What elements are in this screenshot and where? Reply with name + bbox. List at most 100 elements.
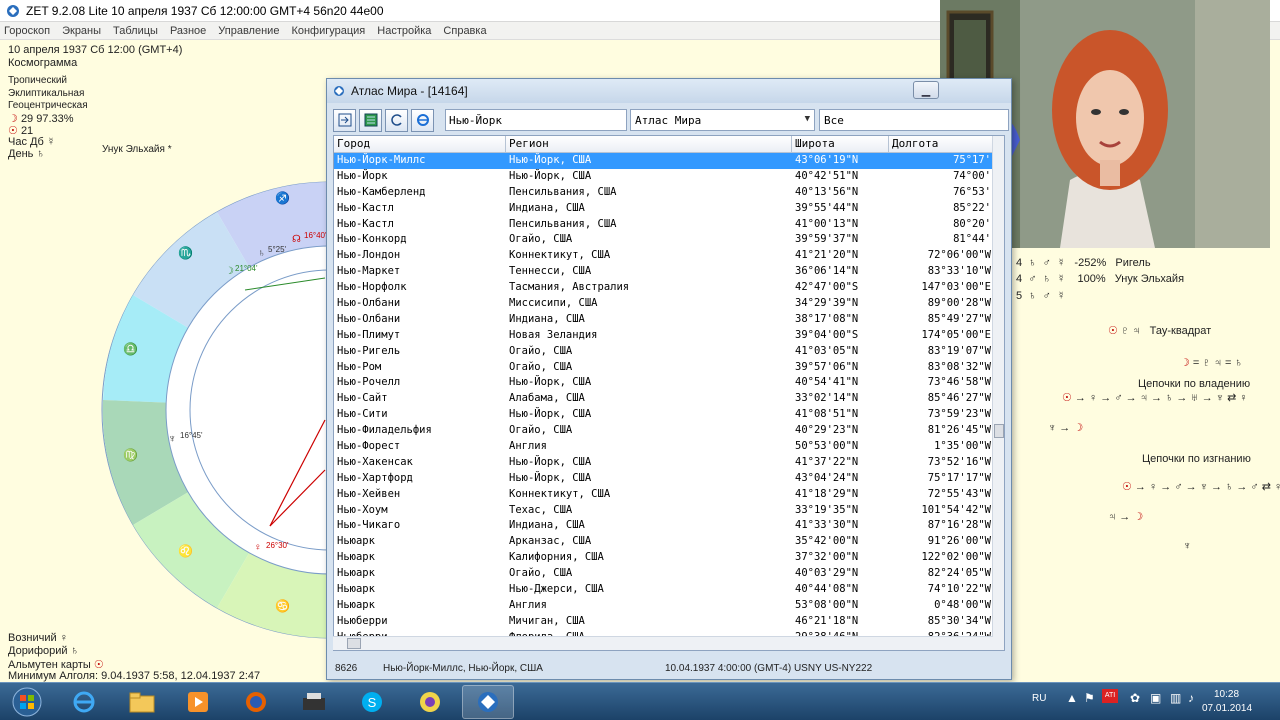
mercury-icon: ☿ <box>1057 273 1066 285</box>
table-row[interactable]: Нью-Сайт Алабама, США 33°02'14"N 85°46'27"W <box>334 391 994 407</box>
mercury-icon: ☿ <box>1057 257 1066 269</box>
day-ruler-row: День ♄ <box>8 148 45 160</box>
table-row[interactable]: Нью-Ром Огайо, США 39°57'06"N 83°08'32"W <box>334 360 994 376</box>
taskbar-skype-button[interactable]: S <box>346 685 398 719</box>
menu-item-tables[interactable]: Таблицы <box>113 25 158 37</box>
aspect-row-pct: 100% <box>1077 273 1106 285</box>
taskbar-zet-button[interactable] <box>462 685 514 719</box>
atlas-dialog: Атлас Мира - [14164] ▁ Атлас Мира ▼ Все … <box>326 78 1012 680</box>
star-icon: * <box>167 144 172 155</box>
table-row[interactable]: Нью-Конкорд Огайо, США 39°59'37"N 81°44' <box>334 232 994 248</box>
refresh-button[interactable] <box>385 108 408 132</box>
scrollbar-thumb[interactable] <box>347 638 361 649</box>
table-row[interactable]: Нью-Чикаго Индиана, США 41°33'30"N 87°16'28… <box>334 518 994 534</box>
aspect-row-1: 4 ♄ ♂ ☿ -252% Ригель <box>1016 257 1151 269</box>
table-row[interactable]: Ньюберри Мичиган, США 46°21'18"N 85°30'34"W <box>334 614 994 630</box>
table-row[interactable]: Ньюарк Нью-Джерси, США 40°44'08"N 74°10'22"… <box>334 582 994 598</box>
table-row[interactable]: Нью-Йорк-Миллс Нью-Йорк, США 43°06'19"N 75°… <box>334 153 994 169</box>
cell-latitude: 40°42'51"N <box>795 169 859 182</box>
cell-latitude: 39°59'37"N <box>795 233 859 246</box>
cell-longitude: 83°08'32"W <box>927 360 991 373</box>
printer-icon <box>303 693 325 710</box>
taskbar-media-button[interactable] <box>172 685 224 719</box>
menu-item-settings[interactable]: Настройка <box>377 25 431 37</box>
menu-item-control[interactable]: Управление <box>218 25 279 37</box>
start-button[interactable] <box>2 685 52 719</box>
cell-city: Нью-Кастл <box>337 201 394 214</box>
cell-city: Ньюарк <box>337 535 375 548</box>
menu-item-help[interactable]: Справка <box>443 25 486 37</box>
column-header-latitude[interactable]: Широта <box>792 136 889 152</box>
vertical-scrollbar[interactable] <box>992 136 1004 650</box>
minimize-button[interactable]: ▁ <box>913 81 939 99</box>
cell-city: Нью-Норфолк <box>337 281 407 294</box>
tray-arrow-icon[interactable]: ▲ <box>1066 691 1078 705</box>
column-header-longitude[interactable]: Долгота <box>889 136 994 152</box>
tray-network-icon[interactable]: ▥ <box>1170 691 1181 705</box>
aspect-row-star: Ригель <box>1115 257 1151 269</box>
table-row[interactable]: Нью-Хартфорд Нью-Йорк, США 43°04'24"N 75°17… <box>334 471 994 487</box>
table-row[interactable]: Нью-Форест Англия 50°53'00"N 1°35'00"W <box>334 439 994 455</box>
table-row[interactable]: Нью-Лондон Коннектикут, США 41°21'20"N 72°0… <box>334 248 994 264</box>
sun-icon: ☉ <box>1122 481 1132 493</box>
table-row[interactable]: Нью-Кастл Пенсильвания, США 41°00'13"N 80°2… <box>334 217 994 233</box>
city-search-input[interactable] <box>445 109 627 131</box>
table-row[interactable]: Нью-Олбани Миссисипи, США 34°29'39"N 89°00'… <box>334 296 994 312</box>
tray-skype-icon[interactable]: ✿ <box>1130 691 1140 705</box>
menu-item-misc[interactable]: Разное <box>170 25 206 37</box>
column-header-city[interactable]: Город <box>334 136 506 152</box>
mars-icon: ♂ <box>1042 290 1051 302</box>
table-row[interactable]: Нью-Маркет Теннесси, США 36°06'14"N 83°33'1… <box>334 264 994 280</box>
cell-city: Нью-Олбани <box>337 312 401 325</box>
table-row[interactable]: Нью-Йорк Нью-Йорк, США 40°42'51"N 74°00' <box>334 169 994 185</box>
table-row[interactable]: Ньюарк Огайо, США 40°03'29"N 82°24'05"W <box>334 566 994 582</box>
cell-region: Огайо, США <box>509 424 573 437</box>
taskbar-ie-button[interactable] <box>58 685 110 719</box>
map-button[interactable] <box>359 108 382 132</box>
algol-minimum: Минимум Алголя: 9.04.1937 5:58, 12.04.19… <box>8 670 261 682</box>
tray-volume-icon[interactable]: ♪ <box>1188 691 1194 705</box>
table-row[interactable]: Нью-Хейвен Коннектикут, США 41°18'29"N 72°5… <box>334 487 994 503</box>
menu-item-configuration[interactable]: Конфигурация <box>291 25 365 37</box>
mercury-icon: ☿ <box>1057 290 1066 302</box>
table-row[interactable]: Нью-Хоум Техас, США 33°19'35"N 101°54'42"W <box>334 503 994 519</box>
taskbar-astro-button[interactable] <box>404 685 456 719</box>
atlas-source-select[interactable]: Атлас Мира ▼ <box>630 109 815 131</box>
taskbar-printer-button[interactable] <box>288 685 340 719</box>
menu-item-screens[interactable]: Экраны <box>62 25 101 37</box>
table-row[interactable]: Нью-Сити Нью-Йорк, США 41°08'51"N 73°59'23"… <box>334 407 994 423</box>
table-row[interactable]: Нью-Кастл Индиана, США 39°55'44"N 85°22' <box>334 201 994 217</box>
taskbar-firefox-button[interactable] <box>230 685 282 719</box>
cell-latitude: 33°19'35"N <box>795 503 859 516</box>
table-row[interactable]: Ньюарк Арканзас, США 35°42'00"N 91°26'00"W <box>334 534 994 550</box>
cell-latitude: 41°00'13"N <box>795 217 859 230</box>
taskbar-explorer-button[interactable] <box>116 685 168 719</box>
tray-flag-icon[interactable]: ⚑ <box>1084 691 1095 705</box>
atlas-titlebar[interactable]: Атлас Мира - [14164] <box>327 79 1011 103</box>
horizontal-scrollbar[interactable] <box>333 636 993 650</box>
cell-city: Ньюарк <box>337 583 375 596</box>
select-city-button[interactable] <box>333 108 356 132</box>
table-row[interactable]: Нью-Ригель Огайо, США 41°03'05"N 83°19'07"W <box>334 344 994 360</box>
tray-antivirus-icon[interactable]: ATI <box>1102 689 1118 703</box>
table-row[interactable]: Нью-Хакенсак Нью-Йорк, США 41°37'22"N 73°52… <box>334 455 994 471</box>
table-row[interactable]: Нью-Олбани Индиана, США 38°17'08"N 85°49'27… <box>334 312 994 328</box>
table-row[interactable]: Нью-Камберленд Пенсильвания, США 40°13'56"… <box>334 185 994 201</box>
language-indicator[interactable]: RU <box>1032 693 1046 704</box>
table-row[interactable]: Ньюарк Англия 53°08'00"N 0°48'00"W <box>334 598 994 614</box>
tray-clock-date[interactable]: 07.01.2014 <box>1202 703 1252 714</box>
cancer-glyph: ♋ <box>275 599 290 613</box>
table-row[interactable]: Нью-Плимут Новая Зеландия 39°04'00"S 174°05… <box>334 328 994 344</box>
column-header-region[interactable]: Регион <box>506 136 792 152</box>
internet-button[interactable] <box>411 108 434 132</box>
table-row[interactable]: Нью-Рочелл Нью-Йорк, США 40°54'41"N 73°46'5… <box>334 375 994 391</box>
menu-item-horoscope[interactable]: Гороскоп <box>4 25 50 37</box>
region-filter-input[interactable]: Все <box>819 109 1009 131</box>
tray-clock-time[interactable]: 10:28 <box>1214 689 1239 700</box>
scrollbar-thumb[interactable] <box>994 424 1004 438</box>
table-row[interactable]: Ньюарк Калифорния, США 37°32'00"N 122°02'00… <box>334 550 994 566</box>
cell-region: Техас, США <box>509 503 573 516</box>
tray-device-icon[interactable]: ▣ <box>1150 691 1161 705</box>
table-row[interactable]: Нью-Норфолк Тасмания, Австралия 42°47'00"S… <box>334 280 994 296</box>
table-row[interactable]: Нью-Филадельфия Огайо, США 40°29'23"N 81°26… <box>334 423 994 439</box>
